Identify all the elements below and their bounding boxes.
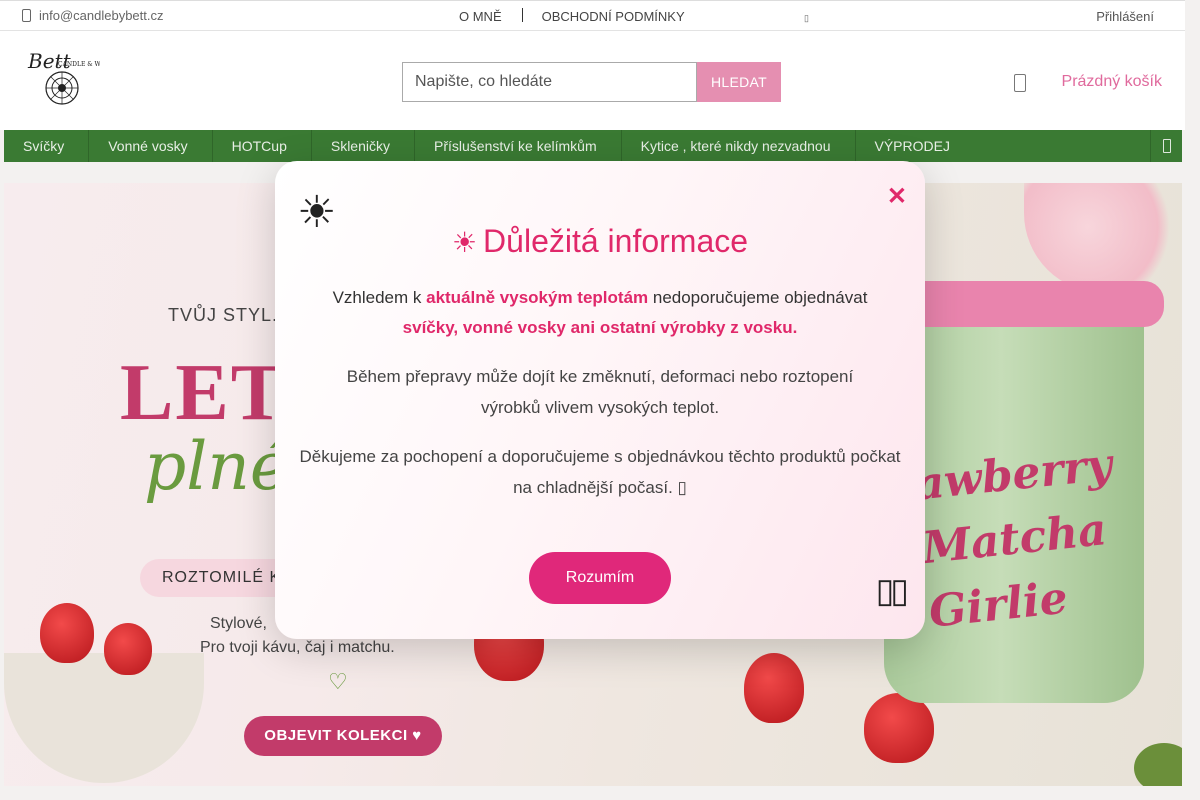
- modal-paragraph-transport: Během přepravy může dojít ke změknutí, d…: [346, 367, 854, 417]
- modal-text: nedoporučujeme objednávat: [648, 288, 868, 307]
- modal-text: Vzhledem k: [332, 288, 427, 307]
- modal-text-highlight: svíčky, vonné vosky ani ostatní výrobky …: [402, 318, 798, 337]
- close-icon[interactable]: ✕: [887, 185, 907, 209]
- info-modal: ☀ ✕ ☀ Důležitá informace Vzhledem k aktuá…: [275, 161, 925, 639]
- modal-paragraph-thanks: Děkujeme za pochopení a doporučujeme s o…: [299, 447, 901, 497]
- sun-icon: ☀: [451, 227, 478, 258]
- corner-icon: ▯▯: [875, 572, 909, 610]
- modal-paragraph-warning: Vzhledem k aktuálně vysokým teplotám ned…: [295, 283, 905, 343]
- modal-title: ☀ Důležitá informace: [275, 223, 925, 260]
- understand-button[interactable]: Rozumím: [529, 552, 671, 604]
- modal-text-highlight: aktuálně vysokým teplotám: [426, 288, 649, 307]
- modal-title-text: Důležitá informace: [483, 223, 749, 259]
